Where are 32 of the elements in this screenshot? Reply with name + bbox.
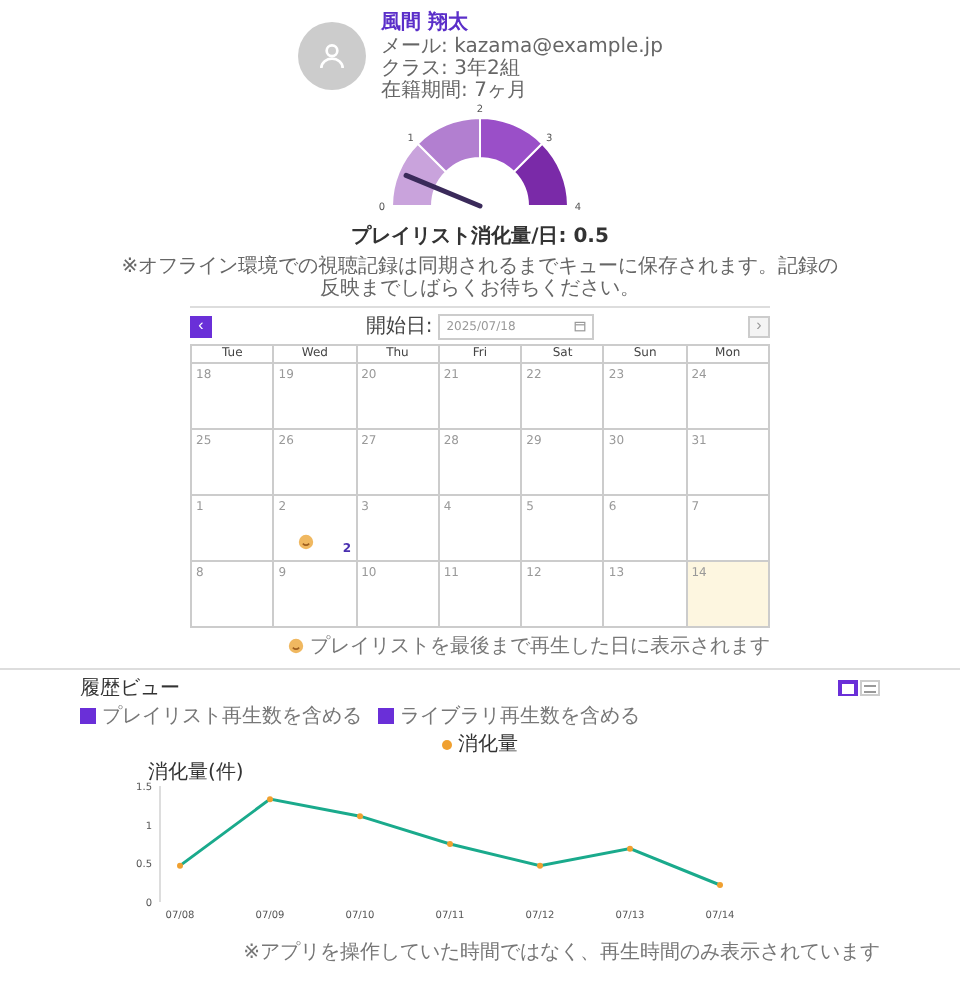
- profile-detail: クラス: 3年2組: [381, 58, 522, 80]
- data-point: [717, 882, 723, 888]
- user-name: 風間 翔太: [381, 8, 471, 36]
- previous-button[interactable]: ‹: [190, 315, 212, 337]
- footnote: ※アプリを操作していた時間ではなく、再生時間のみ表示されています: [243, 939, 880, 966]
- data-point: [537, 862, 543, 869]
- data-point: [447, 841, 453, 847]
- gauge-needle: [403, 172, 483, 209]
- face-icon: [298, 534, 315, 550]
- data-point: [627, 845, 633, 852]
- checkbox-label: プレイリスト再生数を含める: [102, 703, 362, 730]
- checkbox[interactable]: [80, 708, 96, 724]
- user-icon: [315, 39, 348, 71]
- chart-view-button[interactable]: [838, 680, 858, 696]
- checkbox[interactable]: [378, 708, 394, 724]
- checkbox-label: ライブラリ再生数を含める: [400, 703, 640, 730]
- gauge-label: プレイリスト消化量/日: 0.5: [351, 222, 609, 250]
- profile-detail: 在籍期間: 7ヶ月: [381, 80, 529, 102]
- data-point: [357, 813, 363, 820]
- notice-text: ※オフライン環境での視聴記録は同期されるまでキューに保存されます。記録の反映までしばらくお待ちください。: [120, 256, 840, 300]
- legend-marker-icon: [442, 739, 452, 749]
- next-button[interactable]: ›: [748, 315, 770, 337]
- calendar-icon: [574, 320, 587, 332]
- legend-text: プレイリストを最後まで再生した日に表示されます: [310, 633, 770, 660]
- date-label: 開始日:: [365, 314, 433, 340]
- profile-detail: メール: kazama@example.jp: [381, 36, 663, 58]
- legend-label: 消化量: [458, 731, 518, 758]
- axis-label: 消化量(件): [148, 762, 244, 784]
- data-point: [177, 862, 183, 869]
- data-point: [267, 796, 273, 803]
- section-title: 履歴ビュー: [80, 676, 180, 702]
- face-icon: [288, 638, 304, 654]
